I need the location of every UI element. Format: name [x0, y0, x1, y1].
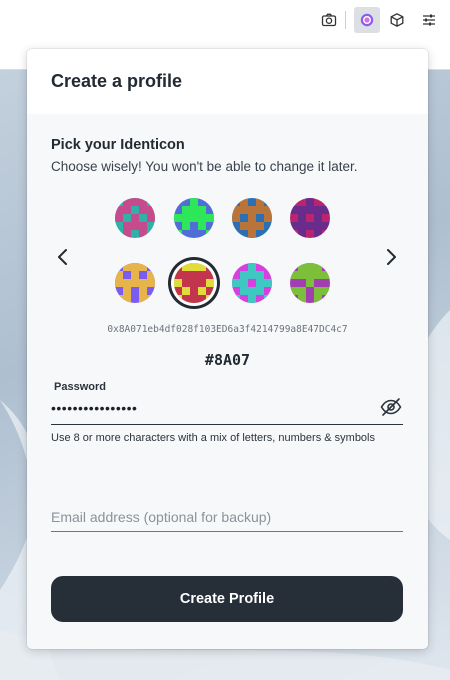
cube-icon[interactable] [384, 7, 410, 33]
sliders-icon[interactable] [416, 7, 442, 33]
identicon-option[interactable] [290, 198, 330, 238]
popup-header: Create a profile [27, 49, 428, 114]
identicon-section-subtitle: Choose wisely! You won't be able to chan… [51, 159, 358, 174]
create-profile-popup: Create a profile Pick your Identicon Cho… [27, 49, 428, 649]
create-profile-button[interactable]: Create Profile [51, 576, 403, 622]
identicon-option[interactable] [232, 198, 272, 238]
identicon-option[interactable] [174, 198, 214, 238]
extension-icon[interactable] [354, 7, 380, 33]
email-underline [51, 531, 403, 532]
toolbar-separator [345, 11, 346, 29]
identicon-option[interactable] [290, 263, 330, 303]
short-address: #8A07 [204, 351, 251, 369]
password-field[interactable] [51, 397, 381, 419]
identicon-option[interactable] [232, 263, 272, 303]
camera-icon[interactable] [316, 7, 342, 33]
email-field[interactable] [51, 506, 403, 528]
identicon-option[interactable] [174, 263, 214, 303]
password-label: Password [54, 381, 106, 393]
wallet-address: 0x8A071eb4df028f103ED6a3f4214799a8E47DC4… [107, 324, 348, 335]
popup-title: Create a profile [51, 71, 183, 91]
password-underline [51, 424, 403, 425]
identicon-option[interactable] [115, 198, 155, 238]
eye-off-icon[interactable] [379, 396, 403, 418]
identicon-section-title: Pick your Identicon [51, 137, 185, 153]
identicon-option[interactable] [115, 263, 155, 303]
chevron-right-icon[interactable] [380, 245, 402, 269]
password-hint: Use 8 or more characters with a mix of l… [51, 432, 375, 444]
chevron-left-icon[interactable] [52, 245, 74, 269]
